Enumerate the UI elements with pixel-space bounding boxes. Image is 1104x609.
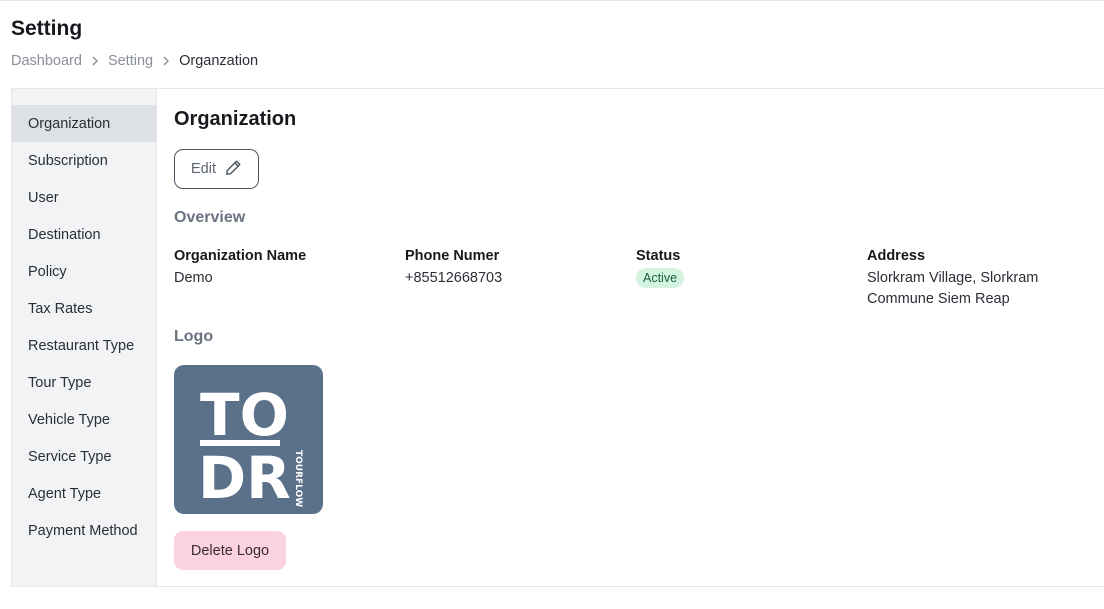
- sidebar-item-policy[interactable]: Policy: [12, 253, 156, 290]
- field-label: Address: [867, 248, 926, 264]
- organization-logo: TO DR TOURFLOW: [174, 365, 323, 514]
- sidebar-item-service-type[interactable]: Service Type: [12, 438, 156, 475]
- page-title: Setting: [11, 17, 83, 40]
- field-value: Slorkram Village, Slorkram Commune Siem …: [867, 270, 1039, 307]
- sidebar-item-payment-method[interactable]: Payment Method: [12, 512, 156, 549]
- field-label: Organization Name: [174, 248, 307, 264]
- edit-button[interactable]: Edit: [174, 149, 259, 189]
- sidebar-item-tour-type[interactable]: Tour Type: [12, 364, 156, 401]
- overview-heading: Overview: [174, 209, 246, 226]
- breadcrumb-setting[interactable]: Setting: [108, 53, 153, 69]
- pencil-icon: [225, 159, 242, 180]
- chevron-right-icon: [91, 56, 99, 66]
- organization-content: Organization Edit Overview Organization …: [174, 89, 1104, 586]
- delete-logo-button[interactable]: Delete Logo: [174, 531, 286, 570]
- sidebar-item-vehicle-type[interactable]: Vehicle Type: [12, 401, 156, 438]
- logo-image: TO DR TOURFLOW: [198, 381, 303, 512]
- settings-sidebar: Organization Subscription User Destinati…: [12, 89, 157, 586]
- breadcrumb-dashboard[interactable]: Dashboard: [11, 53, 82, 69]
- sidebar-item-destination[interactable]: Destination: [12, 216, 156, 253]
- field-label: Phone Numer: [405, 248, 500, 264]
- breadcrumb-current: Organzation: [179, 53, 259, 69]
- settings-panel: Organization Subscription User Destinati…: [11, 88, 1104, 587]
- sidebar-item-organization[interactable]: Organization: [12, 105, 156, 142]
- sidebar-item-agent-type[interactable]: Agent Type: [12, 475, 156, 512]
- field-phone: Phone Numer +85512668703: [405, 248, 625, 289]
- status-badge: Active: [636, 268, 685, 288]
- breadcrumb: Dashboard Setting Organzation: [11, 53, 258, 69]
- logo-heading: Logo: [174, 328, 214, 345]
- field-label: Status: [636, 248, 681, 264]
- section-title: Organization: [174, 108, 297, 130]
- edit-button-label: Edit: [191, 161, 216, 177]
- field-status: Status Active: [636, 248, 856, 288]
- logo-text-top: TO: [200, 381, 289, 449]
- sidebar-item-restaurant-type[interactable]: Restaurant Type: [12, 327, 156, 364]
- sidebar-item-subscription[interactable]: Subscription: [12, 142, 156, 179]
- field-value: +85512668703: [405, 270, 503, 286]
- logo-text-bottom: DR: [198, 444, 291, 512]
- sidebar-item-tax-rates[interactable]: Tax Rates: [12, 290, 156, 327]
- field-address: Address Slorkram Village, Slorkram Commu…: [867, 248, 1067, 310]
- chevron-right-icon: [162, 56, 170, 66]
- sidebar-item-user[interactable]: User: [12, 179, 156, 216]
- top-divider: [0, 0, 1104, 1]
- field-organization-name: Organization Name Demo: [174, 248, 394, 289]
- field-value: Demo: [174, 270, 213, 286]
- overview-fields: Organization Name Demo Phone Numer +8551…: [174, 248, 1104, 308]
- logo-side-text: TOURFLOW: [293, 450, 303, 507]
